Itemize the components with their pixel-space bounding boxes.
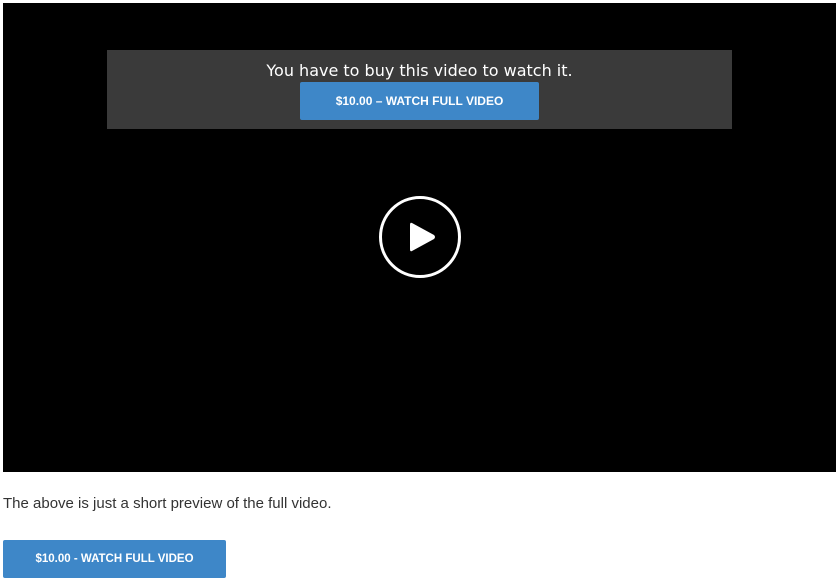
- play-button[interactable]: [379, 196, 461, 278]
- paywall-message: You have to buy this video to watch it.: [266, 61, 573, 80]
- paywall-overlay: You have to buy this video to watch it. …: [107, 50, 732, 129]
- buy-video-button-overlay[interactable]: $10.00 – WATCH FULL VIDEO: [300, 82, 539, 120]
- play-icon: [410, 222, 435, 252]
- buy-video-button[interactable]: $10.00 - WATCH FULL VIDEO: [3, 540, 226, 578]
- preview-note: The above is just a short preview of the…: [3, 495, 332, 512]
- video-player[interactable]: You have to buy this video to watch it. …: [3, 3, 836, 472]
